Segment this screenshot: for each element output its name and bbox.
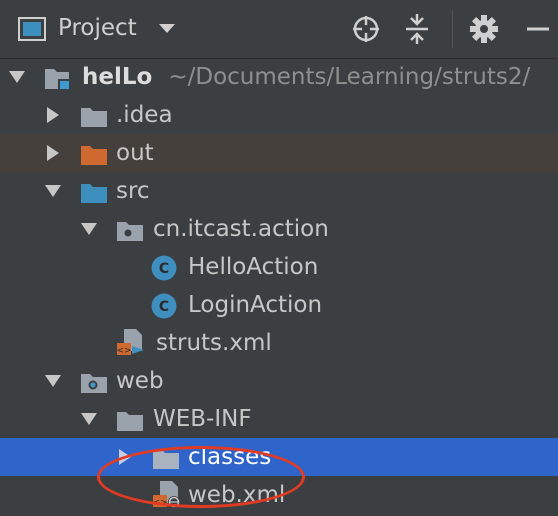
tree-label: src bbox=[116, 178, 150, 204]
tree-row-out[interactable]: out bbox=[0, 134, 558, 172]
module-path: ~/Documents/Learning/struts2/ bbox=[168, 64, 531, 90]
toolbar-separator bbox=[452, 10, 453, 48]
expanded-arrow-icon[interactable] bbox=[6, 58, 28, 96]
expanded-arrow-icon[interactable] bbox=[78, 210, 100, 248]
tree-label: HelloAction bbox=[188, 254, 319, 280]
class-icon: C bbox=[150, 292, 178, 320]
tree-row-web-inf[interactable]: WEB-INF bbox=[0, 400, 558, 438]
tree-label: web bbox=[116, 368, 164, 394]
caret-down-icon[interactable] bbox=[158, 18, 176, 38]
collapse-all-icon[interactable] bbox=[401, 13, 433, 45]
web-folder-icon bbox=[80, 369, 108, 393]
collapsed-arrow-icon[interactable] bbox=[42, 96, 64, 134]
annotation-anchor bbox=[0, 446, 305, 508]
source-folder-icon bbox=[80, 179, 108, 203]
project-icon bbox=[18, 17, 46, 41]
tree-label: struts.xml bbox=[156, 330, 272, 356]
package-icon bbox=[116, 217, 144, 241]
tree-row-src[interactable]: src bbox=[0, 172, 558, 210]
tree-label: out bbox=[116, 140, 154, 166]
view-title[interactable]: Project bbox=[58, 13, 137, 43]
module-name: helLo bbox=[82, 64, 153, 90]
annotation-circle bbox=[97, 446, 305, 508]
gear-icon[interactable] bbox=[468, 13, 500, 45]
locate-icon[interactable] bbox=[350, 13, 382, 45]
tree-row-loginaction[interactable]: C LoginAction bbox=[0, 286, 558, 324]
excluded-folder-icon bbox=[80, 141, 108, 165]
project-toolbar: Project bbox=[0, 0, 558, 59]
class-icon: C bbox=[150, 254, 178, 282]
folder-icon bbox=[116, 407, 144, 431]
tree-label: WEB-INF bbox=[153, 406, 252, 432]
expanded-arrow-icon[interactable] bbox=[42, 362, 64, 400]
hide-icon[interactable] bbox=[522, 13, 554, 45]
tree-row-struts-xml[interactable]: <> struts.xml bbox=[0, 324, 558, 362]
expanded-arrow-icon[interactable] bbox=[42, 172, 64, 210]
struts-xml-icon: <> bbox=[116, 328, 148, 358]
project-tree: helLo ~/Documents/Learning/struts2/ .ide… bbox=[0, 58, 558, 516]
tree-row-hello[interactable]: helLo ~/Documents/Learning/struts2/ bbox=[0, 58, 558, 96]
expanded-arrow-icon[interactable] bbox=[78, 400, 100, 438]
tree-label: LoginAction bbox=[188, 292, 323, 318]
svg-text:C: C bbox=[159, 299, 169, 315]
svg-text:<>: <> bbox=[116, 346, 131, 356]
tree-row-helloaction[interactable]: C HelloAction bbox=[0, 248, 558, 286]
folder-icon bbox=[80, 103, 108, 127]
tree-label: .idea bbox=[116, 102, 173, 128]
svg-text:C: C bbox=[159, 261, 169, 277]
tree-label: cn.itcast.action bbox=[153, 216, 329, 242]
collapsed-arrow-icon[interactable] bbox=[42, 134, 64, 172]
tree-row-package[interactable]: cn.itcast.action bbox=[0, 210, 558, 248]
tree-row-idea[interactable]: .idea bbox=[0, 96, 558, 134]
module-icon bbox=[44, 65, 72, 90]
tree-row-web[interactable]: web bbox=[0, 362, 558, 400]
